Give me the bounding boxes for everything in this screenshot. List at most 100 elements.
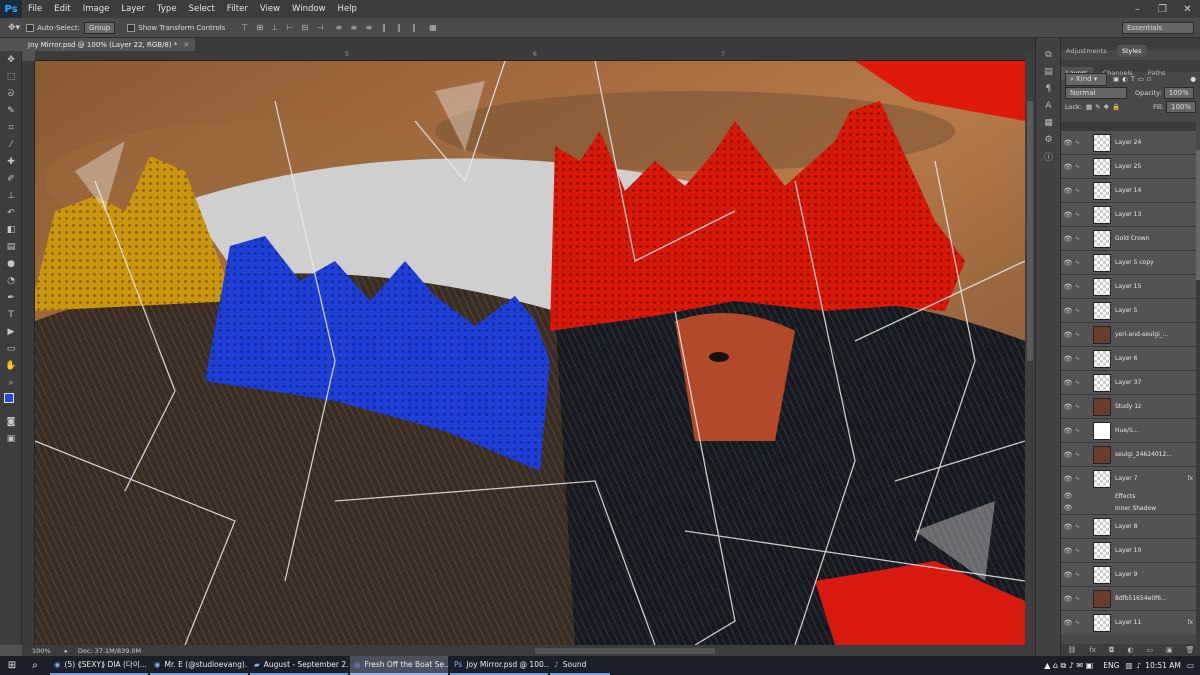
type-tool-icon[interactable]: T	[0, 306, 22, 323]
quick-mask-icon[interactable]: ◙	[0, 413, 22, 430]
move-tool-icon[interactable]: ✥▾	[8, 23, 20, 33]
layer-row[interactable]: 👁 ↳ Hue/S...	[1061, 418, 1196, 442]
layer-thumbnail[interactable]	[1093, 205, 1111, 224]
history-brush-icon[interactable]: ↶	[0, 204, 22, 221]
visibility-eye-icon[interactable]: 👁	[1061, 427, 1075, 435]
distribute-left-icon[interactable]: ∥	[378, 23, 389, 33]
zoom-level[interactable]: 100%	[32, 647, 51, 655]
visibility-eye-icon[interactable]: 👁	[1061, 475, 1075, 483]
layer-name[interactable]: Layer 25	[1115, 163, 1196, 170]
link-layers-icon[interactable]: ⛓	[1067, 646, 1076, 654]
foreground-color-swatch[interactable]	[4, 393, 14, 403]
scroll-thumb[interactable]	[1027, 101, 1033, 361]
blur-tool-icon[interactable]: ●	[0, 255, 22, 272]
filter-type-icons[interactable]: ▣◐T▭▫	[1113, 75, 1154, 83]
new-group-icon[interactable]: ▭	[1146, 646, 1153, 654]
pen-tool-icon[interactable]: ✒	[0, 289, 22, 306]
visibility-eye-icon[interactable]: 👁	[1061, 504, 1075, 512]
visibility-eye-icon[interactable]: 👁	[1061, 211, 1075, 219]
layer-thumbnail[interactable]	[1093, 517, 1111, 536]
taskbar-item[interactable]: Ps Joy Mirror.psd @ 100...	[450, 656, 548, 675]
layer-row[interactable]: 👁 ↳ Layer 9	[1061, 562, 1196, 586]
marquee-tool-icon[interactable]: ⬚	[0, 68, 22, 85]
layer-name[interactable]: Study 1z	[1115, 403, 1196, 410]
screen-mode-icon[interactable]: ▣	[0, 430, 22, 447]
visibility-eye-icon[interactable]: 👁	[1061, 523, 1075, 531]
align-top-icon[interactable]: ⊤	[239, 23, 250, 33]
layer-row[interactable]: 👁 ↳ yeri-and-seulgi_...	[1061, 322, 1196, 346]
close-icon[interactable]: ✕	[1175, 0, 1200, 18]
layer-name[interactable]: Layer 8	[1115, 523, 1196, 530]
visibility-eye-icon[interactable]: 👁	[1061, 331, 1075, 339]
lasso-tool-icon[interactable]: ᘐ	[0, 85, 22, 102]
layer-name[interactable]: Layer 6	[1115, 355, 1196, 362]
clock[interactable]: 10:51 AM	[1145, 661, 1181, 670]
status-arrow-icon[interactable]: ▸	[65, 647, 68, 655]
layers-scrollbar[interactable]	[1196, 150, 1200, 656]
distribute-vcenter-icon[interactable]: ≡	[348, 23, 359, 33]
workspace-dropdown[interactable]: Essentials	[1122, 21, 1194, 34]
path-select-tool-icon[interactable]: ▶	[0, 323, 22, 340]
layer-name[interactable]: seulgi_24624012...	[1115, 451, 1196, 458]
menu-select[interactable]: Select	[183, 4, 221, 14]
menu-view[interactable]: View	[254, 4, 286, 14]
visibility-eye-icon[interactable]: 👁	[1061, 283, 1075, 291]
visibility-eye-icon[interactable]: 👁	[1061, 451, 1075, 459]
layer-row[interactable]: 👁 ↳ Layer 37	[1061, 370, 1196, 394]
layer-thumbnail[interactable]	[1093, 325, 1111, 344]
layer-row[interactable]: 👁 ↳ Layer 5	[1061, 298, 1196, 322]
layer-row[interactable]: 👁 ↳ Layer 7 fx	[1061, 466, 1196, 490]
visibility-eye-icon[interactable]: 👁	[1061, 307, 1075, 315]
layer-row[interactable]: 👁 ↳ Layer 14	[1061, 178, 1196, 202]
visibility-eye-icon[interactable]: 👁	[1061, 571, 1075, 579]
menu-window[interactable]: Window	[286, 4, 332, 14]
distribute-hcenter-icon[interactable]: ∥	[393, 23, 404, 33]
menu-file[interactable]: File	[22, 4, 48, 14]
tray-icons[interactable]: ▲ ⌂ ⧉ ♪ ✉ ▣	[1044, 661, 1093, 671]
layer-row[interactable]: 👁 ↳ Layer 10	[1061, 538, 1196, 562]
layer-effect-row[interactable]: 👁 Effects	[1061, 490, 1196, 502]
menu-edit[interactable]: Edit	[48, 4, 76, 14]
healing-tool-icon[interactable]: ✚	[0, 153, 22, 170]
visibility-eye-icon[interactable]: 👁	[1061, 619, 1075, 627]
taskbar-item[interactable]: ◉ (5) ⟪SEXY⟫ DIA (다이...	[50, 656, 148, 675]
fx-icon[interactable]: fx	[1187, 619, 1193, 626]
paragraph-panel-icon[interactable]: ¶	[1036, 80, 1061, 97]
history-panel-icon[interactable]: ⧉	[1036, 46, 1061, 63]
lock-icons[interactable]: ▦✎✥🔒	[1086, 103, 1123, 111]
hand-tool-icon[interactable]: ✋	[0, 357, 22, 374]
layer-row[interactable]: 👁 ↳ 8dfb51654e0f6...	[1061, 586, 1196, 610]
layer-row[interactable]: 👁 ↳ Layer 8	[1061, 514, 1196, 538]
layer-name[interactable]: Layer 24	[1115, 139, 1196, 146]
document-tab[interactable]: Joy Mirror.psd @ 100% (Layer 22, RGB/8) …	[22, 38, 196, 51]
layer-thumbnail[interactable]	[1093, 469, 1111, 488]
layer-thumbnail[interactable]	[1093, 421, 1111, 440]
zoom-tool-icon[interactable]: ⌕	[0, 374, 22, 391]
layer-name[interactable]: Layer 14	[1115, 187, 1196, 194]
menu-help[interactable]: Help	[332, 4, 363, 14]
document-canvas[interactable]	[35, 61, 1025, 645]
search-icon[interactable]: ⌕	[24, 656, 46, 675]
adjustment-layer-icon[interactable]: ◐	[1127, 646, 1133, 654]
auto-align-icon[interactable]: ▦	[427, 23, 438, 33]
distribute-right-icon[interactable]: ∥	[408, 23, 419, 33]
layer-name[interactable]: Layer 37	[1115, 379, 1196, 386]
gradient-tool-icon[interactable]: ▤	[0, 238, 22, 255]
eraser-tool-icon[interactable]: ◧	[0, 221, 22, 238]
swatches-panel-icon[interactable]: ▦	[1036, 114, 1061, 131]
transform-controls-checkbox[interactable]	[127, 23, 136, 32]
layer-name[interactable]: Hue/S...	[1115, 427, 1196, 434]
character-panel-icon[interactable]: A	[1036, 97, 1061, 114]
volume-icon[interactable]: ♪	[1137, 661, 1142, 670]
layer-row[interactable]: 👁 ↳ Layer 15	[1061, 274, 1196, 298]
tool-presets-panel-icon[interactable]: ⚙	[1036, 131, 1061, 148]
info-panel-icon[interactable]: ⓘ	[1036, 148, 1061, 165]
layer-name[interactable]: Layer 15	[1115, 283, 1196, 290]
layer-thumbnail[interactable]	[1093, 277, 1111, 296]
fx-icon[interactable]: fx	[1187, 475, 1193, 482]
layer-thumbnail[interactable]	[1093, 349, 1111, 368]
visibility-eye-icon[interactable]: 👁	[1061, 187, 1075, 195]
layer-thumbnail[interactable]	[1093, 613, 1111, 632]
network-icon[interactable]: ▥	[1125, 661, 1132, 670]
taskbar-item[interactable]: ◎ Fresh Off the Boat Se...	[350, 656, 448, 675]
